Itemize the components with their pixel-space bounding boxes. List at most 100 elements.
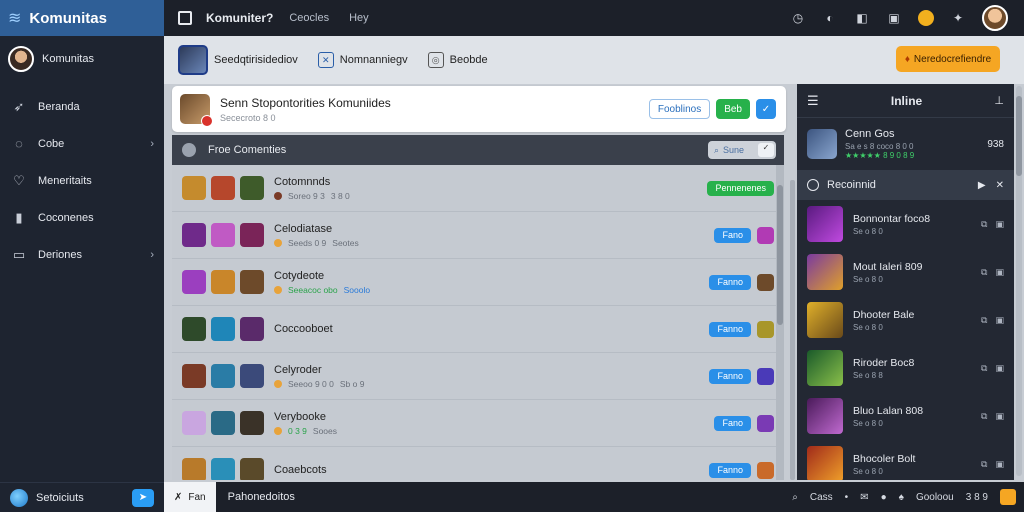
list-item[interactable]: Verybooke 0 3 9 Sooes Fano — [172, 400, 784, 447]
menu-icon[interactable]: ☰ — [807, 93, 819, 109]
avatar[interactable] — [982, 5, 1008, 31]
share-icon[interactable]: ⧉ — [981, 315, 987, 326]
status-icon — [274, 191, 282, 200]
game-icon — [211, 411, 235, 435]
gamepad-icon[interactable]: ◎ — [427, 52, 444, 68]
topbar-link[interactable]: Hey — [349, 12, 369, 24]
chevron-down-icon[interactable]: ✓ — [758, 143, 774, 157]
save-icon[interactable]: ▣ — [995, 411, 1004, 422]
game-name: Mout Ialeri 809 — [853, 260, 923, 273]
friend-name: Cotomnnds — [274, 175, 331, 188]
friend-action-button[interactable]: Fanno — [709, 462, 751, 478]
section-title: Recoinnid — [827, 179, 876, 191]
sidebar-item-deriones[interactable]: ▭ Deriones › — [0, 236, 164, 273]
close-icon[interactable]: ✕ — [996, 180, 1004, 191]
notification-icon[interactable] — [1000, 489, 1016, 505]
sidebar-item-beranda[interactable]: ➶ Beranda — [0, 88, 164, 125]
sidebar-brand[interactable]: ≋ Komunitas — [0, 0, 164, 36]
friend-action-button[interactable]: Fanno — [709, 274, 751, 290]
sidebar-item-label: Coconenes — [38, 211, 94, 224]
list-item[interactable]: Bluo Lalan 808 Se o 8 0 ⧉ ▣ — [797, 392, 1014, 440]
list-item[interactable]: Cotomnnds Soreo 9 3 3 8 0 Pennenenes — [172, 165, 784, 212]
coin-icon[interactable] — [918, 10, 934, 26]
save-icon[interactable]: ▣ — [995, 315, 1004, 326]
game-thumb — [807, 206, 843, 242]
search-input[interactable]: ⌕ Sune ✓ — [708, 141, 776, 159]
share-icon[interactable]: ⧉ — [981, 267, 987, 278]
circle-icon — [807, 179, 819, 191]
sidebar: ≋ Komunitas Komunitas ➶ Beranda ◌ Cobe ›… — [0, 0, 164, 512]
play-icon[interactable]: ▶ — [978, 180, 986, 191]
sidebar-item-label: Cobe — [38, 137, 65, 150]
save-icon[interactable]: ▣ — [995, 363, 1004, 374]
friend-action-button[interactable]: Pennenenes — [707, 180, 774, 196]
globe-icon[interactable] — [10, 488, 28, 507]
topbar-link[interactable]: Ceocles — [289, 12, 329, 24]
bottom-tab[interactable]: ✗ Fan — [164, 482, 216, 512]
list-item[interactable]: Coccooboet Fanno — [172, 306, 784, 353]
check-button[interactable]: ✓ — [756, 99, 776, 119]
follow-button[interactable]: Fooblinos — [648, 99, 711, 119]
bottom-text: Pahonedoitos — [227, 491, 295, 503]
chevron-right-icon: › — [150, 248, 154, 261]
list-item[interactable]: Celyroder Seeoo 9 0 0 Sb o 9 Fanno — [172, 353, 784, 400]
list-item[interactable]: Mout Ialeri 809 Se o 8 0 ⧉ ▣ — [797, 248, 1014, 296]
footer-label[interactable]: Setoiciuts — [36, 492, 84, 504]
app-logo-icon[interactable] — [178, 11, 192, 25]
game-icon — [240, 411, 264, 435]
mail-icon[interactable]: ✉ — [860, 492, 868, 503]
create-button[interactable]: ♦ Neredocrefiendre — [896, 46, 1000, 72]
gamepad-icon[interactable]: ◐ — [822, 10, 838, 26]
search-icon: ⌕ — [714, 144, 720, 155]
shield-icon[interactable]: ✕ — [317, 52, 334, 68]
sidebar-user[interactable]: Komunitas — [0, 36, 164, 82]
friend-action-button[interactable]: Fanno — [709, 321, 751, 337]
community-avatar[interactable] — [178, 45, 208, 75]
list-item[interactable]: Riroder Boc8 Se o 8 8 ⧉ ▣ — [797, 344, 1014, 392]
friend-action-button[interactable]: Fano — [714, 227, 751, 243]
list-item[interactable]: Bhocoler Bolt Se o 8 0 ⧉ ▣ — [797, 440, 1014, 480]
sidebar-item-coconenes[interactable]: ▮ Coconenes — [0, 199, 164, 236]
list-item[interactable]: Bonnontar foco8 Se o 8 0 ⧉ ▣ — [797, 200, 1014, 248]
join-button[interactable]: Beb — [716, 99, 750, 119]
current-user[interactable]: Cenn Gos Sa e s 8 coco 8 0 0 ★★★★★ 8 9 0… — [797, 118, 1014, 170]
search-icon[interactable]: ⌕ — [792, 492, 798, 503]
avatar — [8, 46, 34, 72]
friend-action-button[interactable]: Fano — [714, 415, 751, 431]
save-icon[interactable]: ▣ — [995, 459, 1004, 470]
mail-icon[interactable]: ▣ — [886, 10, 902, 26]
save-icon[interactable]: ▣ — [995, 267, 1004, 278]
puzzle-icon[interactable]: ◧ — [854, 10, 870, 26]
toolbar-item[interactable]: Nomnanniegv — [340, 54, 408, 66]
share-icon[interactable]: ⧉ — [981, 459, 987, 470]
community-avatar[interactable] — [180, 94, 213, 127]
friend-meta: Seeacoc obo Sooolo — [274, 285, 370, 295]
sidebar-item-cobe[interactable]: ◌ Cobe › — [0, 125, 164, 162]
share-icon[interactable]: ⧉ — [981, 363, 987, 374]
list-item[interactable]: Dhooter Bale Se o 8 0 ⧉ ▣ — [797, 296, 1014, 344]
telegram-button[interactable]: ➤ — [132, 488, 154, 507]
status-icon — [274, 379, 282, 388]
list-item[interactable]: Cotydeote Seeacoc obo Sooolo Fanno — [172, 259, 784, 306]
topbar-title[interactable]: Komuniter? — [206, 11, 273, 25]
friend-action-button[interactable]: Fanno — [709, 368, 751, 384]
page-scrollbar[interactable] — [1016, 86, 1022, 476]
timer-icon[interactable]: ◷ — [790, 10, 806, 26]
game-icon — [182, 270, 206, 294]
scrollbar-thumb[interactable] — [777, 185, 783, 325]
pin-icon[interactable]: ⊥ — [994, 94, 1004, 107]
sidebar-item-meneritaits[interactable]: ♡ Meneritaits — [0, 162, 164, 199]
toolbar-item[interactable]: Beobde — [450, 54, 488, 66]
list-item[interactable]: Coaebcots Fanno — [172, 447, 784, 480]
share-icon[interactable]: ⧉ — [981, 219, 987, 230]
list-item[interactable]: Celodiatase Seeds 0 9 Seotes Fano — [172, 212, 784, 259]
toolbar-item[interactable]: Seedqtirisidediov — [214, 54, 298, 66]
sidebar-footer: Setoiciuts ➤ — [0, 482, 164, 512]
share-icon[interactable]: ⧉ — [981, 411, 987, 422]
tools-icon[interactable]: ✦ — [950, 10, 966, 26]
scrollbar[interactable] — [790, 180, 795, 480]
sidebar-item-label: Beranda — [38, 100, 80, 113]
scrollbar-thumb[interactable] — [1016, 96, 1022, 176]
bell-icon[interactable]: ♠ — [899, 492, 904, 503]
save-icon[interactable]: ▣ — [995, 219, 1004, 230]
